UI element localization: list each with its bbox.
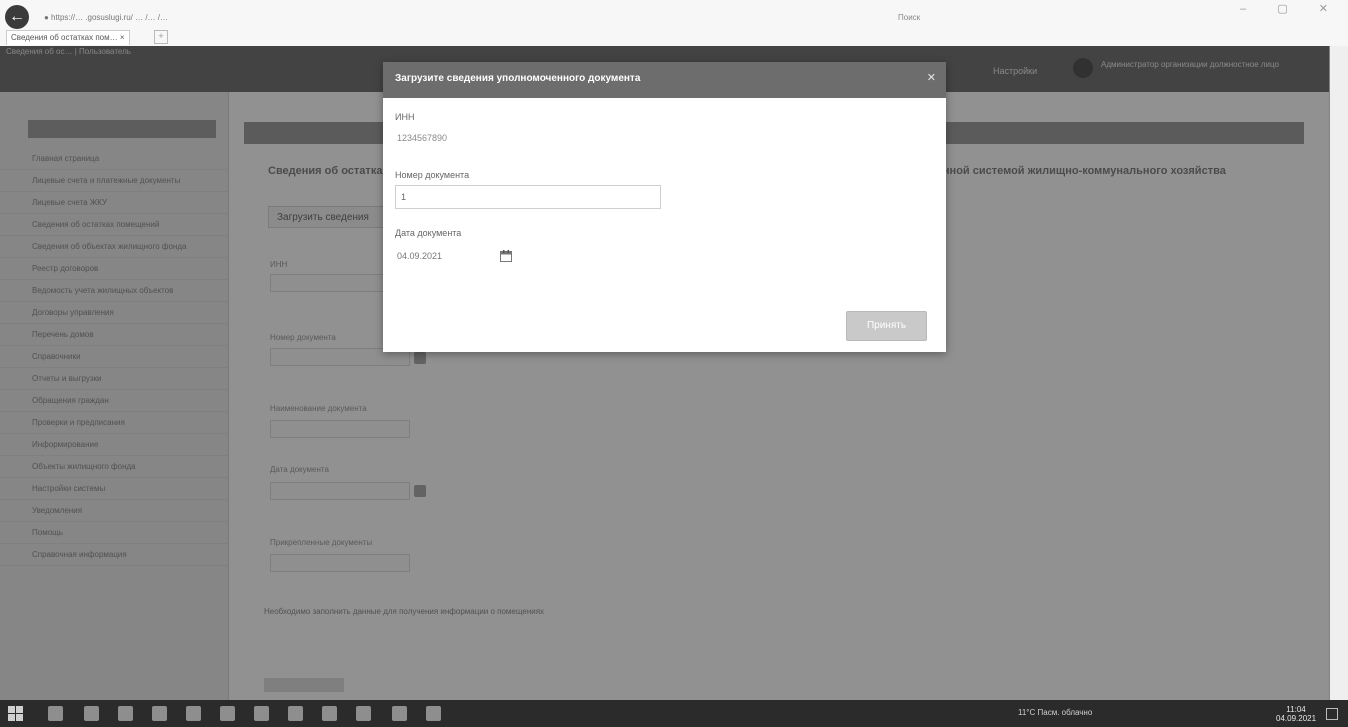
file-explorer-icon[interactable] bbox=[220, 706, 235, 721]
browser-icon[interactable] bbox=[254, 706, 269, 721]
search-icon[interactable] bbox=[48, 706, 63, 721]
calendar-icon[interactable] bbox=[500, 250, 512, 262]
app-icon[interactable] bbox=[356, 706, 371, 721]
edge-browser-icon[interactable] bbox=[118, 706, 133, 721]
doc-number-label: Номер документа bbox=[395, 170, 470, 180]
taskbar: 11°C Пасм. облачно 11:04 04.09.2021 bbox=[0, 700, 1348, 727]
browser-chrome: ← ● https://… .gosuslugi.ru/ … /… /… Пои… bbox=[0, 0, 1348, 47]
inn-label: ИНН bbox=[395, 112, 415, 122]
clock-date: 04.09.2021 bbox=[1276, 714, 1317, 723]
app-icon[interactable] bbox=[322, 706, 337, 721]
taskbar-clock[interactable]: 11:04 04.09.2021 bbox=[1276, 705, 1316, 723]
new-tab-button[interactable]: + bbox=[154, 30, 168, 44]
doc-number-input[interactable] bbox=[395, 185, 661, 209]
app-icon[interactable] bbox=[392, 706, 407, 721]
upload-document-dialog: Загрузите сведения уполномоченного докум… bbox=[383, 62, 946, 352]
app-icon[interactable] bbox=[288, 706, 303, 721]
doc-date-field[interactable]: 04.09.2021 bbox=[395, 245, 497, 267]
windows-start-icon[interactable] bbox=[8, 706, 23, 721]
doc-date-label: Дата документа bbox=[395, 228, 462, 238]
dialog-header: Загрузите сведения уполномоченного докум… bbox=[383, 62, 946, 98]
window-controls-icon[interactable]: – ▢ ✕ bbox=[1240, 2, 1342, 15]
app-icon[interactable] bbox=[426, 706, 441, 721]
submit-button[interactable]: Принять bbox=[846, 311, 927, 341]
inn-value: 1234567890 bbox=[397, 133, 448, 143]
back-arrow-icon[interactable]: ← bbox=[5, 5, 29, 29]
page-scrollbar[interactable] bbox=[1329, 46, 1348, 700]
app-icon[interactable] bbox=[186, 706, 201, 721]
browser-search-input[interactable]: Поиск bbox=[898, 9, 1198, 27]
notification-icon[interactable] bbox=[1326, 708, 1338, 720]
browser-tab[interactable]: Сведения об остатках пом… × bbox=[6, 30, 130, 45]
task-view-icon[interactable] bbox=[84, 706, 99, 721]
clock-time: 11:04 bbox=[1286, 705, 1306, 714]
close-icon[interactable]: ✕ bbox=[927, 71, 936, 84]
dialog-title: Загрузите сведения уполномоченного докум… bbox=[395, 73, 641, 84]
app-icon[interactable] bbox=[152, 706, 167, 721]
address-bar[interactable]: ● https://… .gosuslugi.ru/ … /… /… bbox=[44, 9, 944, 27]
weather-tray[interactable]: 11°C Пасм. облачно bbox=[1018, 708, 1092, 717]
